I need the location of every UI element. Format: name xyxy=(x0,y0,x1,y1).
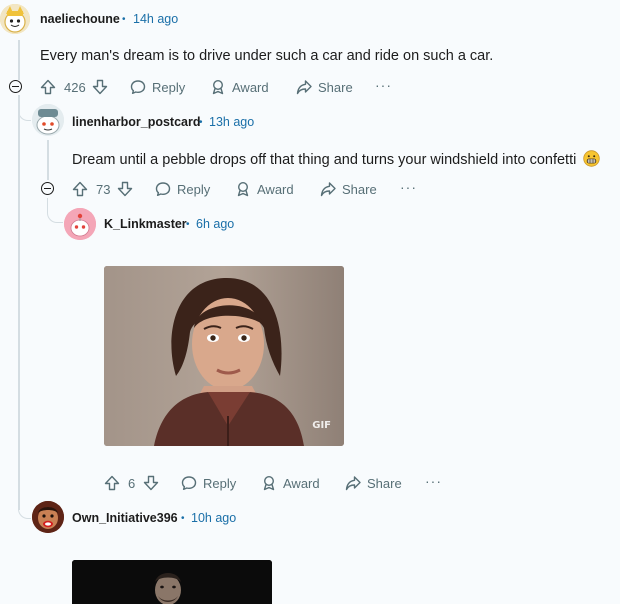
share-label: Share xyxy=(318,79,353,95)
thread-line-branch-4 xyxy=(18,496,31,519)
username[interactable]: Own_Initiative396 xyxy=(72,511,178,525)
more-options-button[interactable]: ··· xyxy=(400,179,417,195)
separator-dot: • xyxy=(186,219,190,230)
share-icon xyxy=(296,80,312,95)
more-options-button[interactable]: ··· xyxy=(375,77,392,93)
downvote-button[interactable] xyxy=(143,475,159,491)
snoo-avatar-icon xyxy=(0,4,30,34)
thread-line-branch-2 xyxy=(47,198,63,223)
thread-line-root[interactable] xyxy=(18,40,20,80)
award-icon xyxy=(263,475,275,491)
avatar[interactable] xyxy=(64,208,96,240)
reply-icon xyxy=(155,182,171,196)
share-label: Share xyxy=(367,475,402,491)
username[interactable]: linenharbor_postcard xyxy=(72,115,201,129)
award-button[interactable]: Award xyxy=(235,181,294,197)
upvote-icon xyxy=(40,79,56,95)
share-button[interactable]: Share xyxy=(345,475,402,491)
comment-text: Every man's dream is to drive under such… xyxy=(40,48,494,64)
vote-count: 73 xyxy=(96,182,111,197)
award-icon xyxy=(212,79,224,95)
username[interactable]: K_Linkmaster xyxy=(104,217,187,231)
snoo-avatar-icon xyxy=(32,104,64,136)
grimacing-face-emoji-icon xyxy=(583,150,601,167)
gif-badge: GIF xyxy=(312,420,331,431)
separator-dot: • xyxy=(122,14,126,25)
share-icon xyxy=(345,476,361,491)
share-button[interactable]: Share xyxy=(320,181,377,197)
award-label: Award xyxy=(257,181,294,197)
avatar[interactable] xyxy=(0,4,30,34)
upvote-icon xyxy=(104,475,120,491)
snoo-avatar-icon xyxy=(64,208,96,240)
video-image[interactable] xyxy=(72,560,272,604)
share-label: Share xyxy=(342,181,377,197)
avatar[interactable] xyxy=(32,104,64,136)
upvote-icon xyxy=(72,181,88,197)
downvote-icon xyxy=(117,181,133,197)
reply-icon xyxy=(181,476,197,490)
share-button[interactable]: Share xyxy=(296,79,353,95)
award-label: Award xyxy=(232,79,269,95)
collapse-button[interactable] xyxy=(9,80,22,93)
reply-icon xyxy=(130,80,146,94)
downvote-icon xyxy=(92,79,108,95)
upvote-button[interactable] xyxy=(72,181,88,197)
reply-label: Reply xyxy=(177,181,211,197)
share-icon xyxy=(320,182,336,197)
woman-reaction-gif-icon xyxy=(104,266,344,446)
username[interactable]: naeliechoune xyxy=(40,12,120,26)
comment-text: Dream until a pebble drops off that thin… xyxy=(72,150,601,168)
award-button[interactable]: Award xyxy=(261,475,320,491)
comment-text-content: Dream until a pebble drops off that thin… xyxy=(72,152,577,168)
upvote-button[interactable] xyxy=(104,475,120,491)
reply-button[interactable]: Reply xyxy=(181,475,236,491)
downvote-icon xyxy=(143,475,159,491)
man-video-thumbnail-icon xyxy=(72,560,272,604)
separator-dot: • xyxy=(199,117,203,128)
vote-count: 426 xyxy=(64,80,86,95)
user-avatar-icon xyxy=(32,501,64,533)
timestamp[interactable]: 13h ago xyxy=(209,115,254,129)
award-label: Award xyxy=(283,475,320,491)
timestamp[interactable]: 10h ago xyxy=(191,511,236,525)
thread-line-level2[interactable] xyxy=(47,140,49,180)
gif-image[interactable]: GIF xyxy=(104,266,344,446)
collapse-button[interactable] xyxy=(41,182,54,195)
reply-button[interactable]: Reply xyxy=(155,181,210,197)
downvote-button[interactable] xyxy=(117,181,133,197)
reply-button[interactable]: Reply xyxy=(130,79,185,95)
award-icon xyxy=(237,181,249,197)
downvote-button[interactable] xyxy=(92,79,108,95)
timestamp[interactable]: 6h ago xyxy=(196,217,234,231)
separator-dot: • xyxy=(181,513,185,524)
timestamp[interactable]: 14h ago xyxy=(133,12,178,26)
thread-line-root-lower[interactable] xyxy=(18,95,20,510)
award-button[interactable]: Award xyxy=(210,79,269,95)
reply-label: Reply xyxy=(152,79,186,95)
more-options-button[interactable]: ··· xyxy=(425,473,442,489)
reply-label: Reply xyxy=(203,475,237,491)
vote-count: 6 xyxy=(128,476,136,491)
avatar[interactable] xyxy=(32,501,64,533)
upvote-button[interactable] xyxy=(40,79,56,95)
thread-line-branch-1 xyxy=(18,96,31,121)
